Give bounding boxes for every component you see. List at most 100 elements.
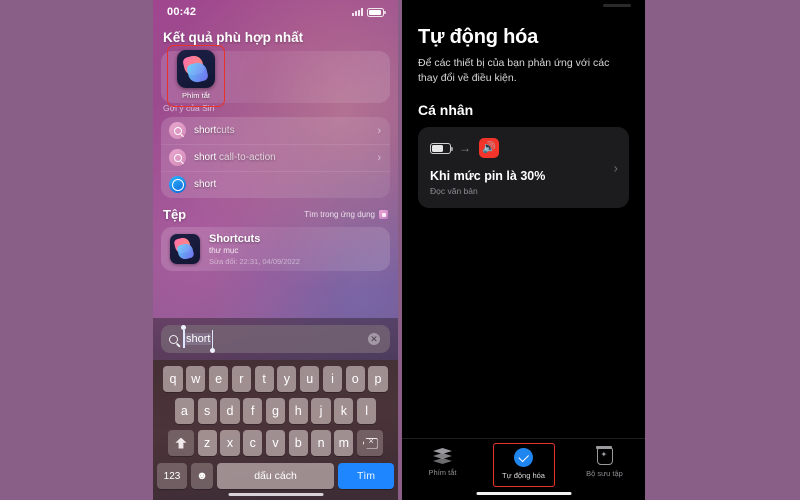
automation-card[interactable]: → 🔊 Khi mức pin là 30% Đọc văn bản ›	[418, 127, 629, 209]
key-e[interactable]: e	[208, 366, 229, 392]
automation-title: Khi mức pin là 30%	[430, 169, 546, 184]
search-icon	[169, 122, 186, 139]
numbers-key[interactable]: 123	[157, 463, 187, 489]
key-w[interactable]: w	[186, 366, 206, 392]
best-match-app-label: Phím tắt	[182, 91, 210, 100]
right-phone-automation-screen: Tự động hóa Để các thiết bị của bạn phản…	[402, 0, 645, 500]
keyboard-row-3: z x c v b n m	[153, 430, 398, 456]
home-indicator	[228, 492, 323, 496]
key-n[interactable]: n	[311, 430, 331, 456]
safari-icon	[169, 176, 186, 193]
spotlight-results: Kết quả phù hợp nhất Phím tắt Gợi ý của …	[153, 24, 398, 271]
key-k[interactable]: k	[334, 398, 354, 424]
chevron-right-icon: ›	[613, 160, 618, 176]
key-y[interactable]: y	[277, 366, 297, 392]
find-in-app-label: Tìm trong ứng dụng	[304, 210, 375, 219]
best-match-heading: Kết quả phù hợp nhất	[163, 30, 304, 45]
tab-label: Bộ sưu tập	[586, 469, 623, 478]
key-d[interactable]: d	[220, 398, 240, 424]
app-store-icon	[379, 210, 388, 219]
delete-icon[interactable]	[357, 430, 384, 456]
search-input-value: short	[181, 325, 216, 353]
file-modified-date: Sửa đổi: 22:31, 04/09/2022	[209, 256, 300, 266]
siri-suggestions-list: shortcuts › short call-to-action › short	[161, 117, 390, 198]
clear-circle-icon[interactable]: ✕	[368, 333, 380, 345]
keyboard-row-4: 123 ☻ dấu cách Tìm	[153, 463, 398, 489]
layers-icon	[433, 448, 452, 464]
key-v[interactable]: v	[265, 430, 286, 456]
shortcuts-folder-icon	[170, 234, 200, 264]
key-t[interactable]: t	[254, 366, 274, 392]
key-r[interactable]: r	[231, 366, 251, 392]
key-f[interactable]: f	[243, 398, 263, 424]
file-result-row[interactable]: Shortcuts thư mục Sửa đổi: 22:31, 04/09/…	[161, 227, 390, 271]
automation-icon-row: → 🔊	[430, 138, 617, 159]
tab-bar: Phím tắt Tự động hóa Bộ sưu tập	[402, 438, 645, 500]
key-j[interactable]: j	[311, 398, 331, 424]
files-heading: Tệp	[163, 207, 187, 222]
list-item[interactable]: short	[161, 171, 390, 198]
shortcuts-app-icon	[177, 50, 215, 88]
file-result-meta: Shortcuts thư mục Sửa đổi: 22:31, 04/09/…	[209, 233, 300, 266]
tab-gallery[interactable]: Bộ sưu tập	[564, 446, 645, 478]
key-m[interactable]: m	[334, 430, 354, 456]
automation-subtitle: Đọc văn bản	[430, 186, 478, 197]
key-z[interactable]: z	[197, 430, 217, 456]
space-key[interactable]: dấu cách	[217, 463, 334, 489]
find-in-app-button[interactable]: Tìm trong ứng dụng	[304, 210, 388, 219]
key-c[interactable]: c	[243, 430, 263, 456]
tab-label: Phím tắt	[428, 468, 457, 477]
key-g[interactable]: g	[265, 398, 286, 424]
key-b[interactable]: b	[288, 430, 308, 456]
signal-bars-icon	[352, 8, 363, 16]
search-input[interactable]: short ✕	[161, 325, 390, 353]
shift-icon[interactable]	[167, 430, 194, 456]
page-description: Để các thiết bị của bạn phản ứng với các…	[418, 57, 610, 85]
speaker-icon: 🔊	[479, 138, 499, 159]
status-indicators	[352, 7, 386, 17]
automation-header: Tự động hóa Để các thiết bị của bạn phản…	[402, 16, 645, 118]
battery-icon	[367, 7, 386, 17]
key-i[interactable]: i	[322, 366, 343, 392]
notch-indicator	[603, 4, 631, 7]
selection-handle-end[interactable]	[210, 348, 216, 353]
tab-highlight-box	[492, 443, 555, 487]
on-screen-keyboard: q w e r t y u i o p a s d f g h j k l z …	[153, 360, 398, 500]
key-a[interactable]: a	[174, 398, 194, 424]
tab-automation[interactable]: Tự động hóa	[483, 443, 564, 487]
key-h[interactable]: h	[288, 398, 308, 424]
best-match-app-tile[interactable]: Phím tắt	[167, 45, 225, 107]
file-title: Shortcuts	[209, 232, 261, 245]
search-bar-container: short ✕	[153, 318, 398, 360]
suggestion-label: short call-to-action	[194, 152, 276, 163]
chevron-right-icon: ›	[377, 124, 381, 137]
key-x[interactable]: x	[220, 430, 240, 456]
file-subtitle: thư mục	[209, 246, 239, 255]
arrow-right-icon: →	[459, 141, 471, 156]
status-time: 00:42	[167, 6, 197, 18]
key-l[interactable]: l	[357, 398, 377, 424]
search-go-key[interactable]: Tìm	[338, 463, 394, 489]
key-p[interactable]: p	[368, 366, 388, 392]
list-item[interactable]: shortcuts ›	[161, 117, 390, 144]
search-icon	[169, 334, 178, 344]
list-item[interactable]: short call-to-action ›	[161, 144, 390, 171]
keyboard-row-1: q w e r t y u i o p	[153, 366, 398, 392]
best-match-card[interactable]: Phím tắt	[161, 45, 390, 107]
key-u[interactable]: u	[300, 366, 320, 392]
chevron-right-icon: ›	[377, 151, 381, 164]
tab-shortcuts[interactable]: Phím tắt	[402, 448, 483, 477]
battery-icon	[430, 142, 453, 154]
selection-handle-start[interactable]	[181, 325, 186, 330]
section-heading-personal: Cá nhân	[418, 102, 474, 119]
suggestion-label: short	[194, 179, 217, 190]
left-phone-spotlight-screen: 00:42 Kết quả phù hợp nhất Phím tắt Gợi …	[153, 0, 398, 500]
suggestion-label: shortcuts	[194, 125, 235, 136]
home-indicator	[476, 491, 571, 495]
key-q[interactable]: q	[163, 366, 183, 392]
emoji-icon[interactable]: ☻	[191, 463, 213, 489]
key-o[interactable]: o	[345, 366, 365, 392]
jar-icon	[595, 446, 613, 465]
right-status-bar	[402, 0, 645, 16]
key-s[interactable]: s	[197, 398, 217, 424]
